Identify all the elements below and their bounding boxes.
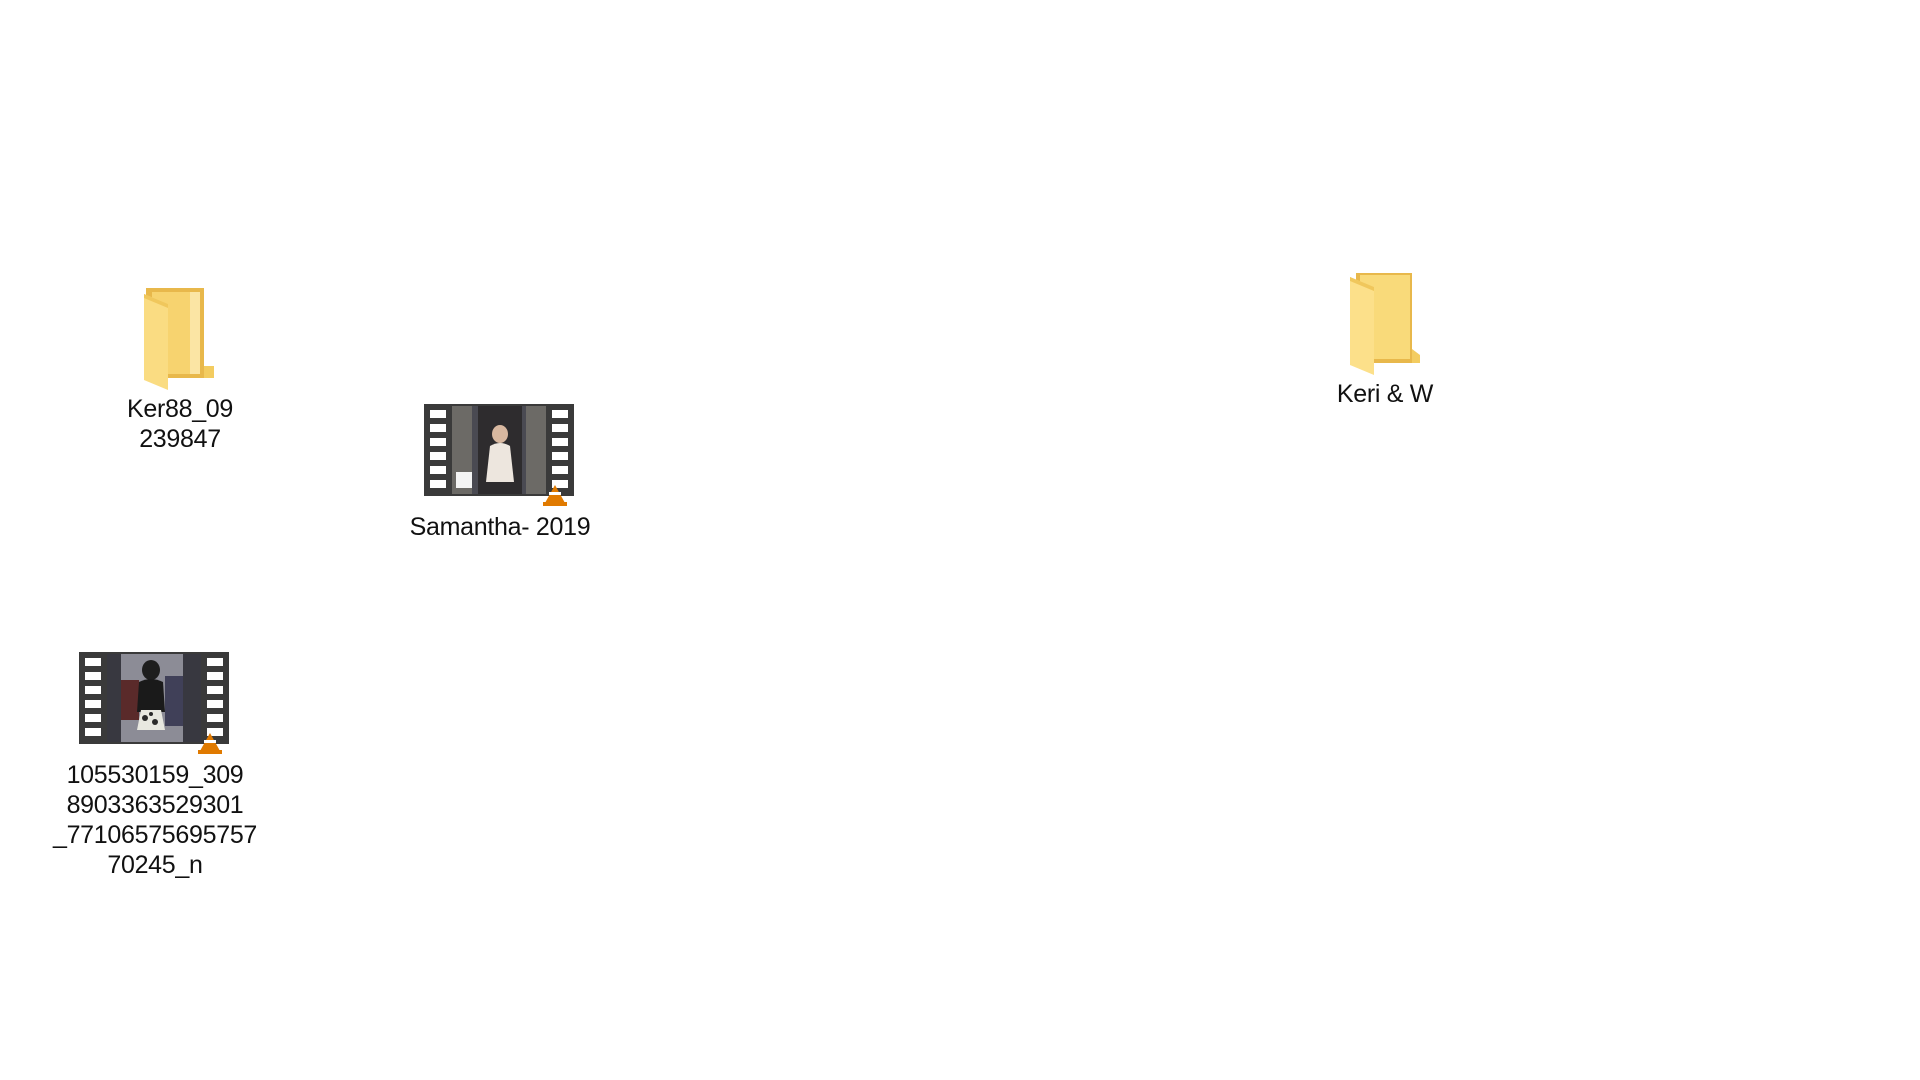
desktop-item-samantha-video[interactable]: Samantha- 2019 [400,402,600,542]
desktop-item-105530159-video[interactable]: 105530159_309 8903363529301 _77106575695… [40,650,270,880]
desktop[interactable]: Ker88_09 239847 Samantha- 2019 Keri & W … [0,0,1920,1080]
vlc-cone-icon [198,733,222,754]
desktop-item-label: Ker88_09 239847 [126,395,234,453]
video-file-icon [77,650,233,754]
desktop-item-label: Keri & W [1336,380,1434,408]
video-file-icon [422,402,578,506]
desktop-item-ker88-folder[interactable]: Ker88_09 239847 [118,286,242,454]
desktop-item-label: 105530159_309 8903363529301 _77106575695… [52,761,258,879]
vlc-cone-icon [543,485,567,506]
desktop-item-label: Samantha- 2019 [409,513,591,541]
folder-icon [1348,271,1422,375]
folder-open-icon [142,286,218,390]
desktop-item-keri-folder[interactable]: Keri & W [1325,271,1445,409]
